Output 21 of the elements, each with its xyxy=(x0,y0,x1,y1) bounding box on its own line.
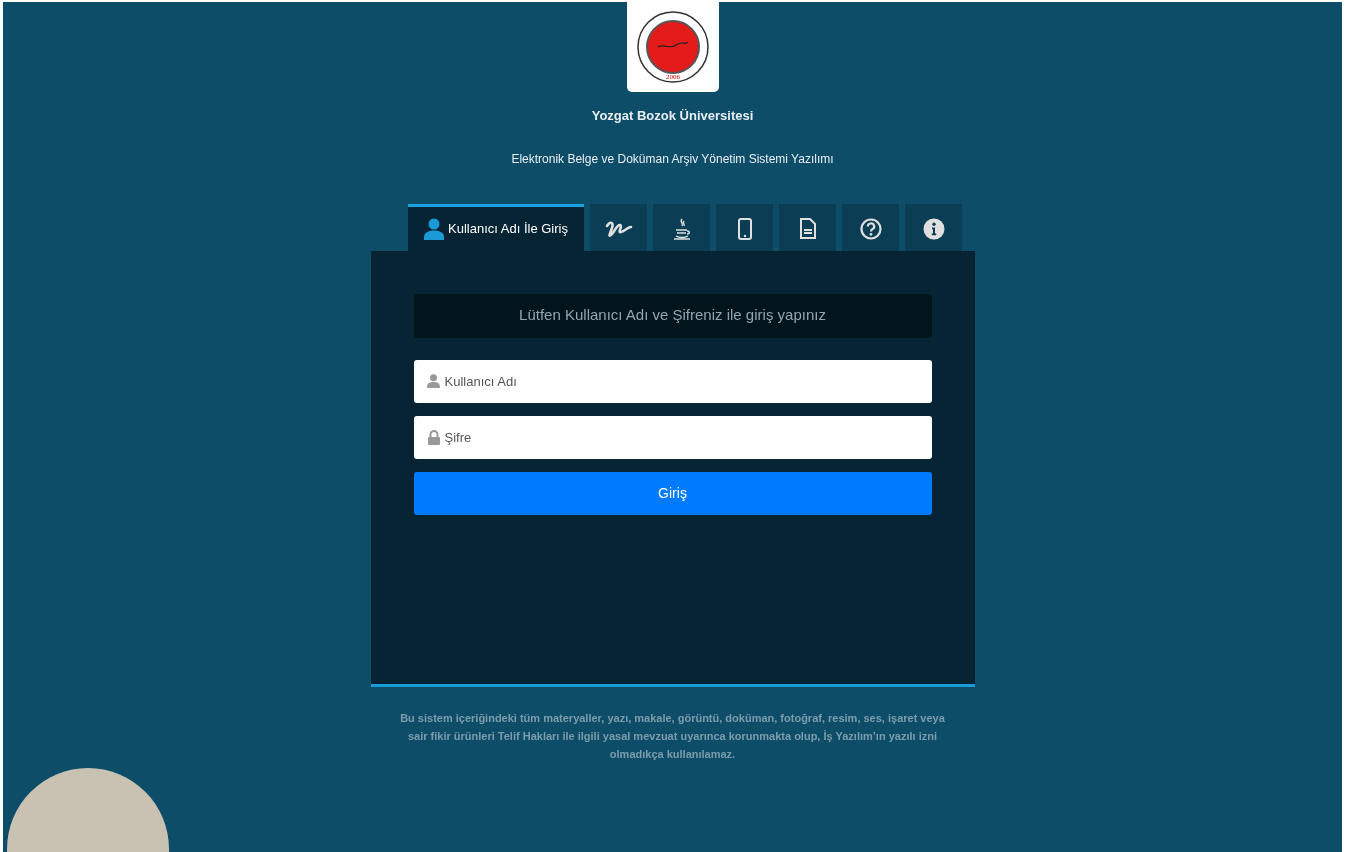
password-field[interactable]: Şifre xyxy=(413,415,932,459)
university-name: Yozgat Bozok Üniversitesi xyxy=(590,107,755,125)
tab[interactable] xyxy=(590,203,647,251)
help-icon xyxy=(859,217,882,240)
tab[interactable]: Kullanıcı Adı İle Giriş xyxy=(408,203,584,251)
copyright-notice: Bu sistem içeriğindeki tüm materyaller, yazı, makale, görüntü, doküman, fotoğraf, resim, ses, işaret veya sair fikir ürünleri Telif Hakları ile ilgili yasal mevzuat uyarınca korunmakta olup, İş Yazılım’ın yazılı izni olmadıkça kullanılamaz. xyxy=(400,710,945,762)
username-field[interactable]: Kullanıcı Adı xyxy=(413,359,932,403)
coffee-cup-icon xyxy=(672,216,691,241)
tab[interactable] xyxy=(842,203,899,251)
tab[interactable] xyxy=(653,203,710,251)
user-icon xyxy=(424,217,444,240)
signature-icon xyxy=(604,219,633,238)
tab[interactable] xyxy=(716,203,773,251)
notice-banner: Lütfen Kullanıcı Adı ve Şifreniz ile giriş yapınız xyxy=(413,293,932,338)
login-button[interactable]: Giriş xyxy=(413,471,932,515)
tab[interactable] xyxy=(779,203,836,251)
phone-icon xyxy=(737,217,752,240)
document-icon xyxy=(799,218,816,239)
system-subtitle: Elektronik Belge ve Doküman Arşiv Yönetim Sistemi Yazılımı xyxy=(510,150,835,168)
tab[interactable] xyxy=(905,203,962,251)
info-icon xyxy=(922,217,945,240)
